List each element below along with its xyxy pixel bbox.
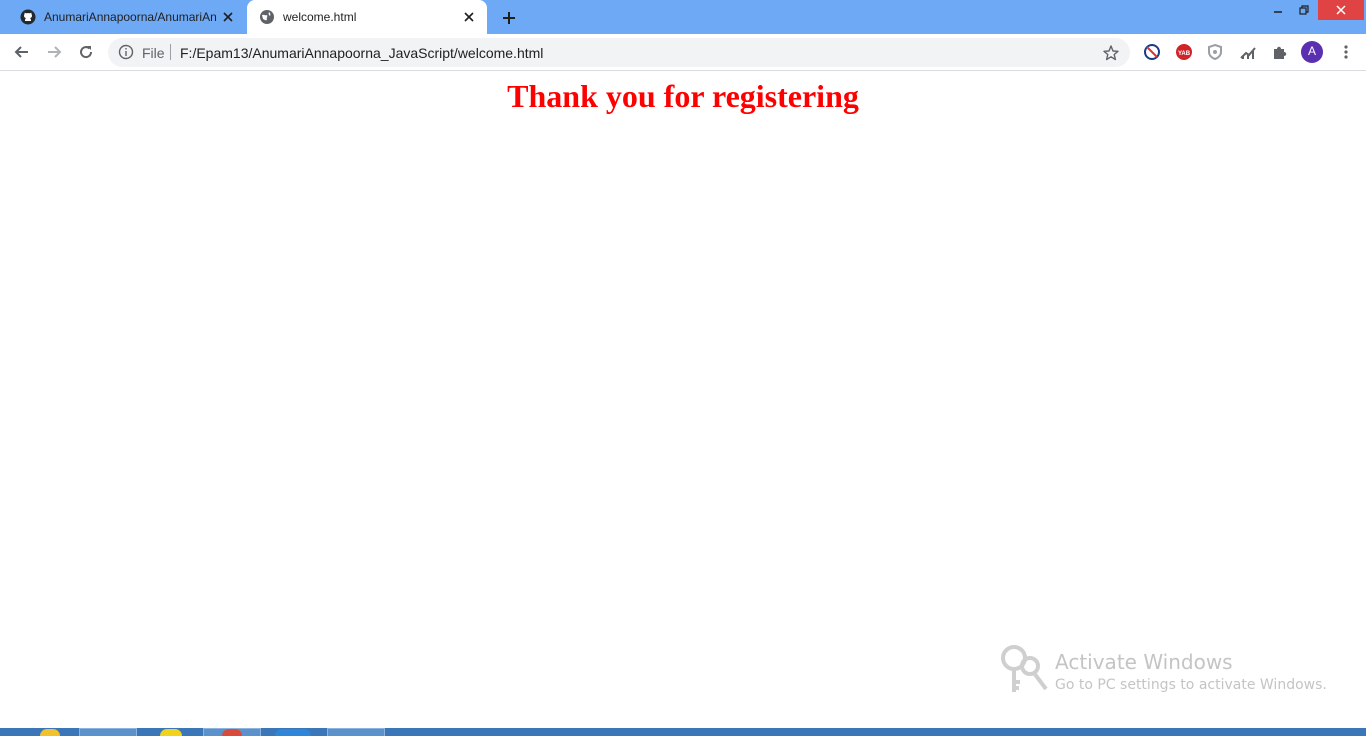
- address-bar[interactable]: File F:/Epam13/AnumariAnnapoorna_JavaScr…: [108, 38, 1130, 67]
- yab-icon[interactable]: YAB: [1173, 41, 1195, 63]
- new-tab-button[interactable]: [498, 7, 520, 29]
- taskbar-item-app2[interactable]: [327, 728, 385, 736]
- keys-icon: [1001, 645, 1048, 692]
- watermark-title: Activate Windows: [1055, 650, 1233, 674]
- plus-icon: [503, 12, 515, 24]
- menu-button[interactable]: [1335, 41, 1357, 63]
- minimize-icon: [1274, 11, 1282, 13]
- tab-title: welcome.html: [283, 10, 357, 24]
- close-icon: [1336, 5, 1346, 15]
- close-window-button[interactable]: [1318, 0, 1364, 20]
- browser-toolbar: File F:/Epam13/AnumariAnnapoorna_JavaScr…: [0, 34, 1366, 71]
- url-text[interactable]: F:/Epam13/AnumariAnnapoorna_JavaScript/w…: [180, 45, 543, 61]
- taskbar-item-ie[interactable]: [160, 729, 182, 736]
- block-icon[interactable]: [1141, 41, 1163, 63]
- more-vertical-icon: [1344, 45, 1348, 59]
- info-icon[interactable]: [118, 44, 134, 60]
- close-icon[interactable]: [461, 9, 477, 25]
- start-icon[interactable]: [40, 729, 60, 736]
- avatar-initial: A: [1307, 44, 1316, 58]
- tab-github[interactable]: AnumariAnnapoorna/AnumariAn: [8, 0, 246, 34]
- forward-button[interactable]: [43, 41, 65, 63]
- reload-icon: [80, 46, 93, 59]
- page-content: Thank you for registering Activate Windo…: [0, 72, 1366, 728]
- arrow-right-icon: [48, 46, 62, 58]
- svg-text:YAB: YAB: [1178, 51, 1191, 57]
- puzzle-icon[interactable]: [1269, 41, 1291, 63]
- watermark-subtitle: Go to PC settings to activate Windows.: [1055, 677, 1327, 693]
- taskbar-item-chrome-icon: [222, 729, 242, 736]
- arrow-left-icon: [14, 46, 28, 58]
- shield-icon[interactable]: [1204, 41, 1226, 63]
- taskbar-item-explorer[interactable]: [79, 728, 137, 736]
- avatar[interactable]: A: [1301, 41, 1323, 63]
- page-heading: Thank you for registering: [507, 78, 859, 114]
- tab-strip: AnumariAnnapoorna/AnumariAn welcome.html: [0, 0, 1366, 34]
- taskbar: [0, 728, 1366, 736]
- divider: [170, 44, 171, 60]
- restore-icon: [1299, 5, 1309, 15]
- github-icon: [20, 9, 36, 25]
- tab-welcome[interactable]: welcome.html: [247, 0, 487, 34]
- url-scheme-label: File: [142, 45, 165, 61]
- activate-windows-watermark: Activate Windows Go to PC settings to ac…: [1000, 644, 1340, 704]
- restore-button[interactable]: [1294, 0, 1314, 20]
- tab-title: AnumariAnnapoorna/AnumariAn: [44, 10, 217, 24]
- globe-icon: [259, 9, 275, 25]
- reload-button[interactable]: [75, 41, 97, 63]
- analytics-icon[interactable]: [1237, 41, 1259, 63]
- minimize-button[interactable]: [1268, 0, 1288, 20]
- star-icon[interactable]: [1102, 44, 1120, 62]
- taskbar-item-app[interactable]: [275, 729, 311, 736]
- back-button[interactable]: [11, 41, 33, 63]
- close-icon[interactable]: [220, 9, 236, 25]
